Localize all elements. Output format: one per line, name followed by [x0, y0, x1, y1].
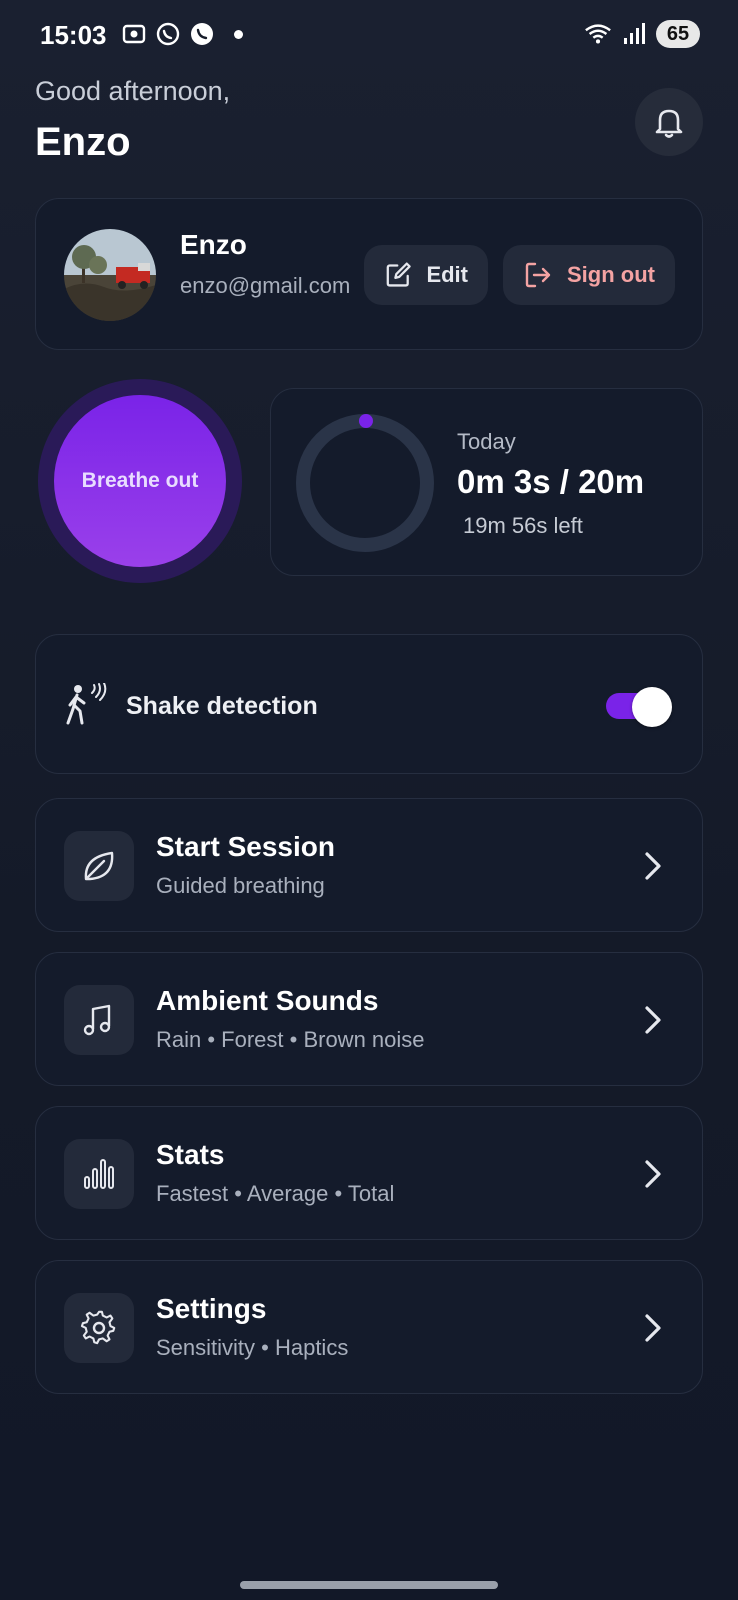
- progress-ring: [296, 414, 434, 552]
- breathe-ring: Breathe out: [38, 379, 242, 583]
- home-indicator[interactable]: [240, 1581, 498, 1589]
- menu-icon-box: [64, 985, 134, 1055]
- progress-ring-indicator: [358, 414, 373, 429]
- leaf-icon: [84, 851, 114, 881]
- screenshot-icon: [120, 20, 148, 48]
- whatsapp-icon: [154, 20, 182, 48]
- sign-out-icon: [525, 262, 551, 288]
- bar-chart-icon: [84, 1159, 114, 1189]
- chevron-right-icon: [645, 1160, 661, 1188]
- menu-item-ambient-sounds[interactable]: Ambient Sounds Rain • Forest • Brown noi…: [35, 952, 703, 1086]
- username-heading: Enzo: [35, 120, 131, 164]
- shake-detection-toggle[interactable]: [606, 687, 672, 727]
- chevron-right-icon: [645, 852, 661, 880]
- today-time-remaining: 19m 56s left: [463, 513, 583, 538]
- menu-subtitle: Fastest • Average • Total: [156, 1181, 395, 1206]
- system-icons: 65: [584, 20, 700, 48]
- viber-icon: [188, 20, 216, 48]
- menu-title: Stats: [156, 1139, 225, 1170]
- shake-detection-card: Shake detection: [35, 634, 703, 774]
- menu-icon-box: [64, 1293, 134, 1363]
- gear-icon: [80, 1310, 116, 1345]
- more-notifications-dot: [234, 29, 243, 39]
- wifi-icon: [584, 20, 612, 48]
- menu-item-stats[interactable]: Stats Fastest • Average • Total: [35, 1106, 703, 1240]
- bell-icon: [655, 109, 683, 138]
- signal-icon: [620, 20, 648, 48]
- edit-icon: [386, 262, 411, 287]
- notifications-button[interactable]: [635, 88, 703, 156]
- toggle-knob: [632, 687, 672, 727]
- shake-person-icon: [66, 683, 107, 725]
- menu-subtitle: Rain • Forest • Brown noise: [156, 1027, 425, 1052]
- sign-out-button[interactable]: Sign out: [503, 245, 675, 305]
- avatar[interactable]: [64, 229, 156, 321]
- today-label: Today: [457, 429, 516, 454]
- home-screen: 15:03 65 Good afternoon, Enzo Enzo enzo@…: [0, 0, 738, 1600]
- edit-profile-button[interactable]: Edit: [364, 245, 488, 305]
- profile-name: Enzo: [180, 229, 247, 260]
- menu-item-start-session[interactable]: Start Session Guided breathing: [35, 798, 703, 932]
- menu-icon-box: [64, 831, 134, 901]
- menu-subtitle: Guided breathing: [156, 873, 325, 898]
- profile-card: Enzo enzo@gmail.com Edit Sign out: [35, 198, 703, 350]
- today-progress-card: Today 0m 3s / 20m 19m 56s left: [270, 388, 703, 576]
- breathe-button[interactable]: Breathe out: [54, 395, 226, 567]
- menu-title: Ambient Sounds: [156, 985, 379, 1016]
- status-bar: 15:03 65: [0, 0, 738, 72]
- edit-label: Edit: [426, 262, 468, 287]
- shake-detection-label: Shake detection: [126, 692, 318, 720]
- today-time-value: 0m 3s / 20m: [457, 463, 645, 500]
- music-note-icon: [83, 1004, 111, 1036]
- menu-subtitle: Sensitivity • Haptics: [156, 1335, 349, 1360]
- notification-icons: [120, 20, 243, 48]
- menu-icon-box: [64, 1139, 134, 1209]
- profile-email: enzo@gmail.com: [180, 273, 351, 298]
- battery-indicator: 65: [656, 20, 700, 48]
- menu-title: Start Session: [156, 831, 335, 862]
- chevron-right-icon: [645, 1314, 661, 1342]
- chevron-right-icon: [645, 1006, 661, 1034]
- menu-item-settings[interactable]: Settings Sensitivity • Haptics: [35, 1260, 703, 1394]
- status-time: 15:03: [40, 20, 107, 50]
- greeting-text: Good afternoon,: [35, 76, 231, 106]
- sign-out-label: Sign out: [567, 262, 655, 287]
- menu-title: Settings: [156, 1293, 267, 1324]
